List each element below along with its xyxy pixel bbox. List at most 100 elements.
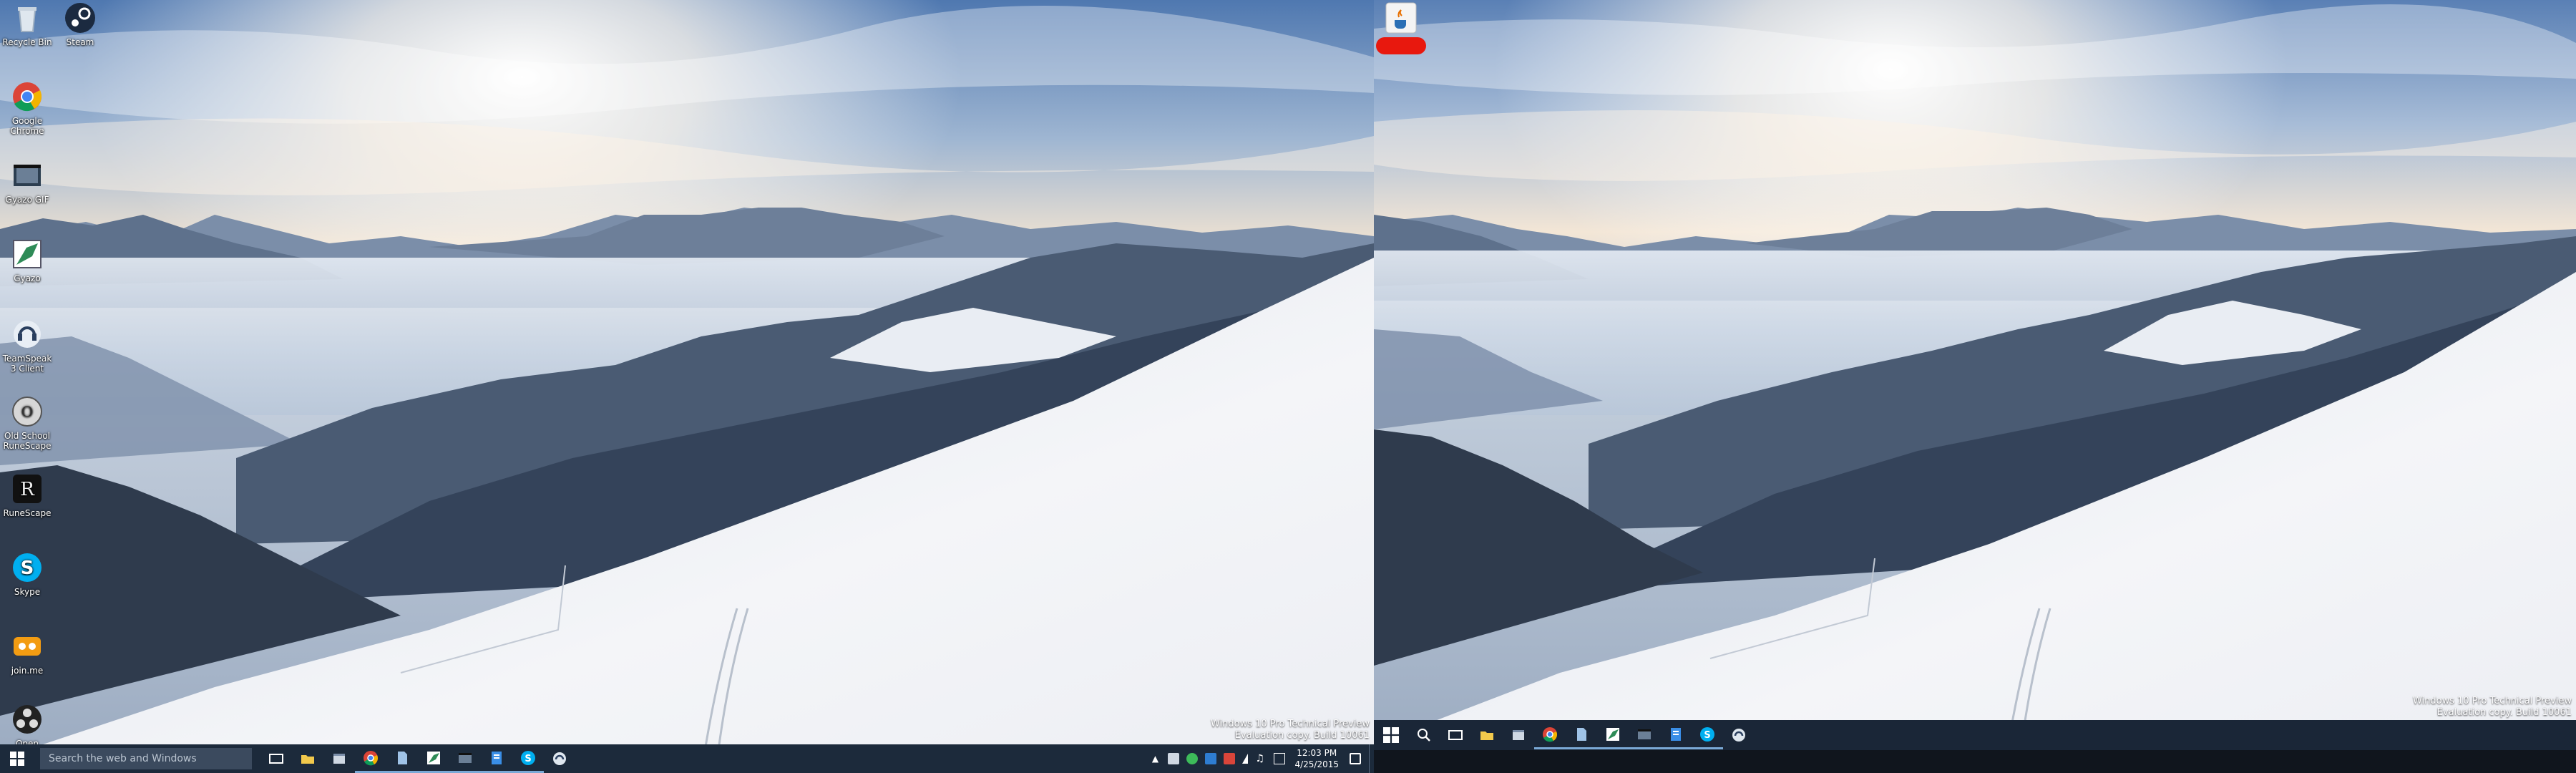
document-icon — [1577, 727, 1586, 741]
taskbar-file-explorer[interactable] — [1471, 721, 1503, 749]
desktop-icon-google-chrome[interactable]: Google Chrome — [0, 80, 54, 136]
taskbar-app-document[interactable] — [1566, 721, 1597, 749]
desktop-icon-steam[interactable]: Steam — [53, 1, 107, 47]
skype-icon: S — [13, 553, 42, 582]
desktop-icon-old-school-runescape[interactable]: O Old School RuneScape — [0, 395, 54, 451]
system-tray: ▲ ♫ 12:03 PM 4/25/2015 — [1146, 744, 1374, 773]
taskbar-clock[interactable]: 12:03 PM 4/25/2015 — [1294, 747, 1339, 770]
watermark-line2: Evaluation copy. Build 10061 — [1234, 730, 1370, 741]
taskbar-chrome[interactable] — [355, 744, 386, 773]
desktop-icon-recycle-bin[interactable]: Recycle Bin — [0, 1, 54, 47]
document-icon — [398, 751, 407, 764]
chrome-icon — [13, 82, 42, 112]
windows-watermark: Windows 10 Pro Technical Preview Evaluat… — [2413, 696, 2572, 719]
search-button[interactable] — [1408, 721, 1440, 749]
gyazo-gif-icon — [459, 752, 472, 763]
desktop-icon-skype[interactable]: S Skype — [0, 551, 54, 597]
monitor-secondary: Windows 10 Pro Technical Preview Evaluat… — [1374, 0, 2576, 773]
notepad-icon — [1671, 727, 1681, 741]
taskbar-skype[interactable]: S — [512, 744, 544, 773]
taskbar-teamspeak[interactable] — [1723, 721, 1755, 749]
tray-app-icon[interactable] — [1168, 753, 1180, 764]
gyazo-icon — [1606, 727, 1619, 741]
network-icon[interactable] — [1242, 754, 1249, 764]
teamspeak-icon — [1732, 729, 1745, 742]
window-icon — [1513, 730, 1524, 740]
clock-date: 4/25/2015 — [1294, 759, 1339, 769]
desktop-icon-gyazo[interactable]: Gyazo — [0, 238, 54, 283]
search-input[interactable]: Search the web and Windows — [40, 748, 252, 769]
steam-icon — [65, 3, 95, 33]
taskbar-file-explorer[interactable] — [292, 744, 323, 773]
svg-text:R: R — [20, 479, 35, 500]
gyazo-gif-icon — [1638, 729, 1651, 739]
task-view-icon — [1448, 730, 1463, 740]
old-school-runescape-icon: O — [12, 397, 42, 427]
chevron-up-icon[interactable]: ▲ — [1149, 753, 1161, 764]
gyazo-icon — [427, 751, 440, 764]
skype-icon: S — [1700, 726, 1714, 742]
taskbar-secondary: S — [1374, 720, 2576, 750]
desktop-icon-label: Gyazo GIF — [5, 195, 49, 205]
task-view-button[interactable] — [1440, 721, 1471, 749]
desktop-icon-label: TeamSpeak 3 Client — [2, 354, 52, 374]
start-button[interactable] — [1374, 721, 1408, 749]
svg-text:O: O — [21, 403, 33, 420]
taskbar-gyazo-gif[interactable] — [1629, 721, 1660, 749]
desktop-icon-teamspeak[interactable]: TeamSpeak 3 Client — [0, 318, 54, 374]
tray-red-icon[interactable] — [1224, 753, 1236, 764]
desktop-icon-label: Old School RuneScape — [3, 431, 52, 451]
taskbar-app-generic[interactable] — [323, 744, 355, 773]
java-icon — [1385, 2, 1417, 34]
recycle-bin-icon — [18, 7, 36, 32]
taskbar-skype[interactable]: S — [1692, 721, 1723, 749]
watermark-line2: Evaluation copy. Build 10061 — [2436, 707, 2572, 718]
desktop-icon-java[interactable] — [1374, 1, 1428, 54]
taskbar-gyazo[interactable] — [1597, 721, 1629, 749]
volume-icon[interactable]: ♫ — [1255, 753, 1267, 764]
taskbar-notepad[interactable] — [1660, 721, 1692, 749]
skype-icon: S — [521, 750, 535, 765]
svg-text:S: S — [21, 558, 34, 579]
taskbar-primary: Search the web and Windows S ▲ ♫ 12:03 P… — [0, 744, 1374, 773]
desktop-icon-label: Steam — [66, 37, 94, 47]
tray-shield-icon[interactable] — [1205, 753, 1217, 764]
tray-green-icon[interactable] — [1186, 753, 1199, 764]
show-desktop-button[interactable] — [1369, 744, 1374, 773]
monitor-primary: Recycle Bin Steam Google Chrome Gyazo GI… — [0, 0, 1374, 773]
svg-text:S: S — [525, 754, 531, 764]
desktop-icon-gyazo-gif[interactable]: Gyazo GIF — [0, 159, 54, 205]
desktop-icon-joinme[interactable]: join.me — [0, 630, 54, 676]
search-icon — [1418, 729, 1430, 742]
desktop-icon-label: Google Chrome — [10, 116, 44, 136]
watermark-line1: Windows 10 Pro Technical Preview — [2412, 696, 2572, 706]
notifications-icon[interactable] — [1350, 753, 1361, 764]
windows-watermark: Windows 10 Pro Technical Preview Evaluat… — [1211, 719, 1370, 742]
desktop-icon-label: Skype — [14, 587, 41, 597]
folder-icon — [1480, 731, 1493, 740]
notepad-icon — [492, 751, 502, 764]
taskbar-gyazo-gif[interactable] — [449, 744, 481, 773]
watermark-line1: Windows 10 Pro Technical Preview — [1210, 719, 1370, 729]
clock-time: 12:03 PM — [1297, 748, 1337, 758]
keyboard-icon[interactable] — [1274, 753, 1286, 764]
taskbar-app-document[interactable] — [386, 744, 418, 773]
task-view-button[interactable] — [260, 744, 292, 773]
desktop-icon-runescape[interactable]: R RuneScape — [0, 472, 54, 518]
taskbar-gyazo[interactable] — [418, 744, 449, 773]
desktop-wallpaper — [1374, 0, 2576, 773]
desktop-icon-label: join.me — [11, 666, 44, 676]
chrome-icon — [364, 750, 378, 765]
screen-bottom-strip — [1374, 750, 2576, 773]
folder-icon — [301, 755, 314, 764]
taskbar-chrome[interactable] — [1534, 721, 1566, 749]
runescape-icon: R — [13, 475, 42, 503]
desktop-icon-label: Gyazo — [14, 273, 41, 283]
desktop-wallpaper — [0, 0, 1374, 773]
taskbar-notepad[interactable] — [481, 744, 512, 773]
taskbar-app-generic[interactable] — [1503, 721, 1534, 749]
desktop-icon-label: RuneScape — [3, 508, 52, 518]
teamspeak-icon — [553, 752, 566, 765]
taskbar-teamspeak[interactable] — [544, 744, 575, 773]
start-button[interactable] — [0, 744, 34, 773]
